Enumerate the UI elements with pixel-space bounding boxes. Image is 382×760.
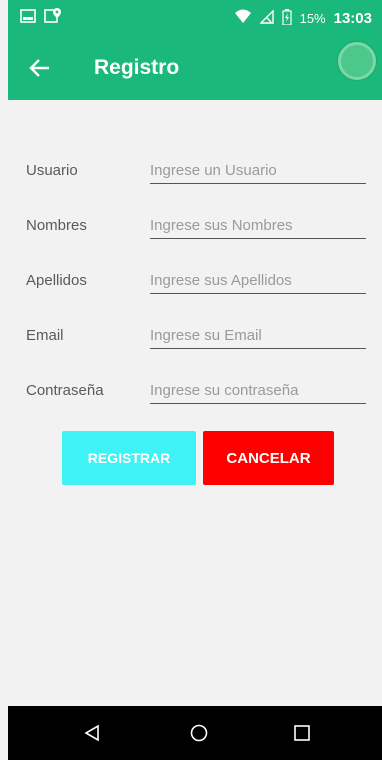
apellidos-input[interactable] bbox=[150, 264, 366, 294]
nombres-label: Nombres bbox=[26, 217, 87, 234]
status-right-icons: 15% 13:03 bbox=[234, 9, 372, 28]
email-input[interactable] bbox=[150, 319, 366, 349]
form-row-nombres: Nombres bbox=[8, 209, 382, 239]
apellidos-label: Apellidos bbox=[26, 272, 87, 289]
form-row-contrasena: Contraseña bbox=[8, 374, 382, 404]
page-title: Registro bbox=[94, 56, 180, 79]
no-signal-icon bbox=[258, 9, 274, 27]
email-label: Email bbox=[26, 327, 64, 344]
form-row-email: Email bbox=[8, 319, 382, 349]
app-bar: Registro bbox=[8, 34, 382, 100]
home-circle-icon[interactable] bbox=[189, 723, 209, 748]
usuario-label: Usuario bbox=[26, 162, 78, 179]
register-button[interactable]: REGISTRAR bbox=[62, 431, 196, 485]
form-row-usuario: Usuario bbox=[8, 154, 382, 184]
recents-square-icon[interactable] bbox=[292, 723, 312, 748]
contrasena-input[interactable] bbox=[150, 374, 366, 404]
status-bar: 15% 13:03 bbox=[8, 0, 382, 34]
status-time: 13:03 bbox=[333, 10, 372, 27]
back-arrow-icon[interactable] bbox=[26, 54, 54, 82]
location-icon bbox=[44, 7, 62, 30]
battery-percent: 15% bbox=[299, 11, 326, 26]
gallery-icon bbox=[20, 8, 36, 29]
registration-form: Usuario Nombres Apellidos Email Contrase… bbox=[8, 100, 382, 706]
back-triangle-icon[interactable] bbox=[82, 723, 102, 748]
battery-icon bbox=[281, 9, 292, 28]
system-nav-bar bbox=[8, 706, 382, 760]
cancel-button[interactable]: CANCELAR bbox=[203, 431, 334, 485]
floating-action-button[interactable] bbox=[338, 42, 376, 80]
nombres-input[interactable] bbox=[150, 209, 366, 239]
contrasena-label: Contraseña bbox=[26, 382, 104, 399]
wifi-icon bbox=[234, 9, 252, 28]
form-row-apellidos: Apellidos bbox=[8, 264, 382, 294]
status-left-icons bbox=[20, 7, 62, 30]
usuario-input[interactable] bbox=[150, 154, 366, 184]
